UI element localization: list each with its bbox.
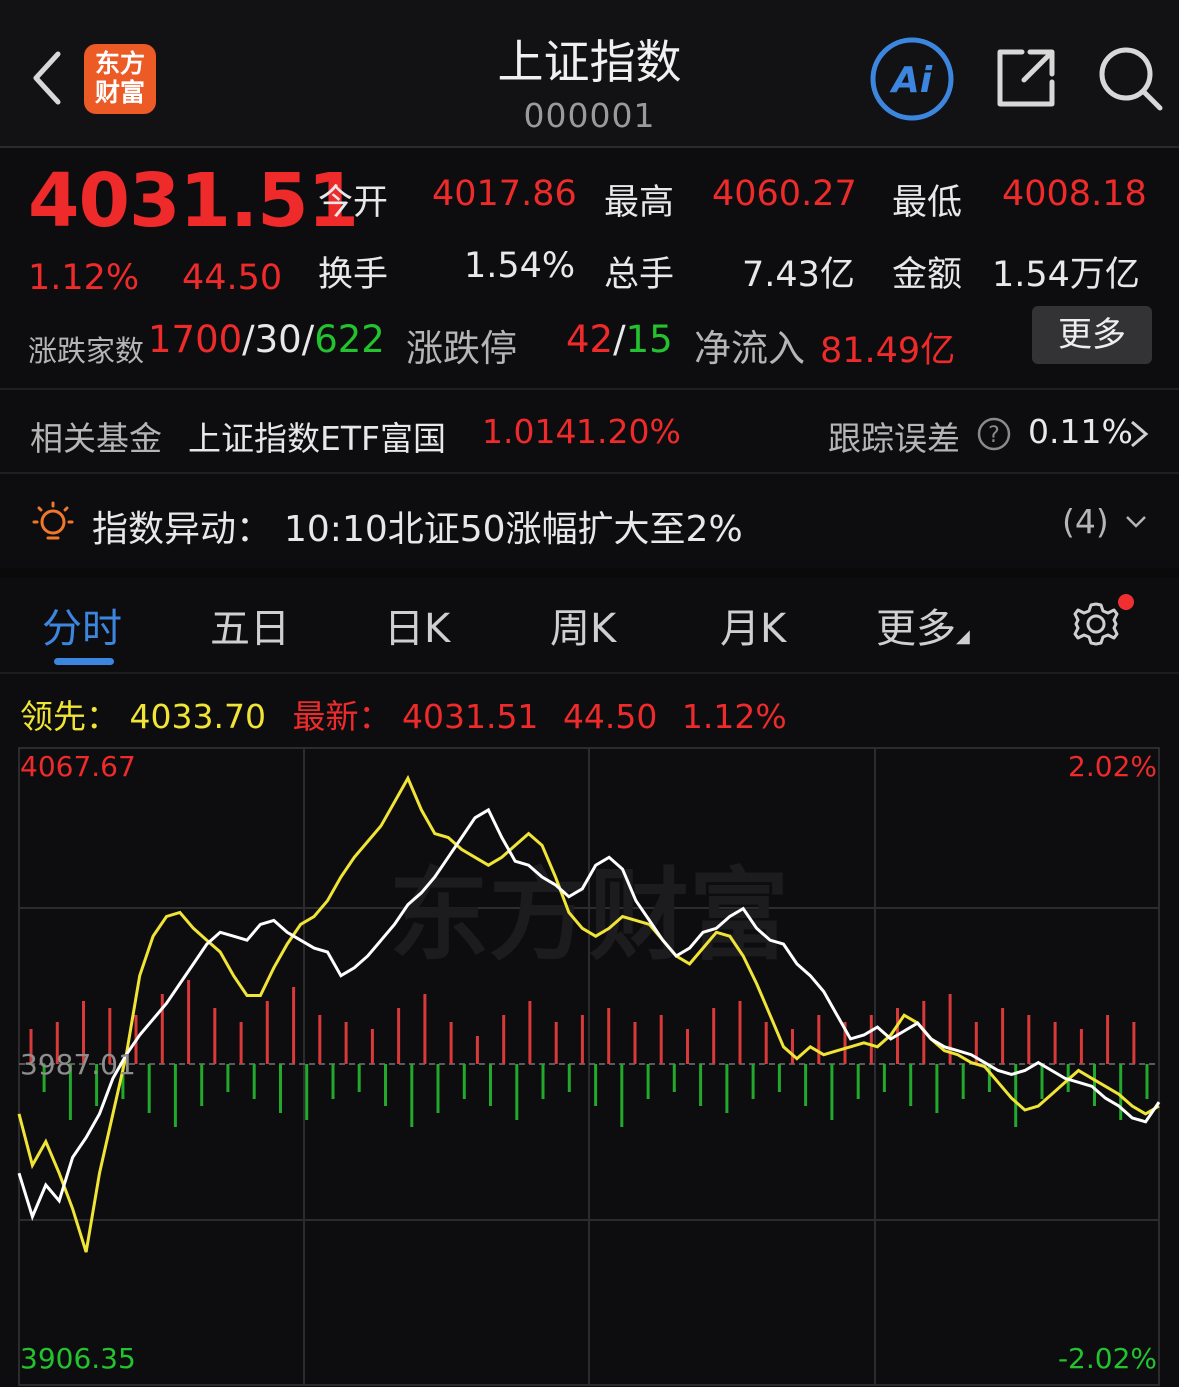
tab-more[interactable]: 更多◢: [876, 596, 970, 654]
search-icon[interactable]: [1096, 44, 1164, 112]
intraday-chart[interactable]: 东方财富 4067.67 2.02% 3987.01 3906.35 -2.02…: [0, 740, 1179, 1387]
latest-value: 4031.51: [401, 697, 539, 736]
change-percent: 1.12%: [28, 258, 140, 298]
chart-tabs: 分时 五日 日K 周K 月K 更多◢: [0, 578, 1179, 674]
breadth-values: 1700/30/622: [148, 318, 385, 361]
prev-close-label: 3987.01: [20, 1048, 136, 1081]
quote-more-button[interactable]: 更多: [1032, 306, 1152, 364]
alert-count: (4): [1062, 502, 1109, 541]
lead-label: 领先：: [20, 697, 119, 736]
fund-percent: 1.20%: [576, 412, 681, 451]
tab-intraday[interactable]: 分时: [42, 596, 122, 654]
latest-percent: 1.12%: [681, 697, 787, 736]
fund-section-label: 相关基金: [30, 419, 162, 458]
pct-min-label: -2.02%: [1057, 1342, 1157, 1375]
settings-gear-icon[interactable]: [1068, 596, 1124, 652]
pct-max-label: 2.02%: [1068, 750, 1157, 783]
low-value: 4008.18: [1002, 174, 1147, 214]
chart-legend: 领先： 4033.70 最新： 4031.51 44.50 1.12%: [20, 690, 787, 738]
open-value: 4017.86: [432, 174, 577, 214]
volume-value: 7.43亿: [742, 255, 855, 295]
volume-label: 总手: [604, 255, 675, 295]
alert-text: 10:10北证50涨幅扩大至2%: [284, 509, 743, 550]
change-amount: 44.50: [182, 258, 283, 298]
related-fund-row[interactable]: 相关基金 上证指数ETF富国 1.014 1.20% 跟踪误差 ? 0.11%: [0, 390, 1179, 472]
tab-daily-k[interactable]: 日K: [384, 596, 450, 654]
high-label: 最高: [604, 183, 675, 223]
amount-value: 1.54万亿: [992, 255, 1140, 295]
down-count: 622: [314, 318, 385, 361]
tracking-error-value: 0.11%: [1028, 412, 1133, 451]
fund-name[interactable]: 上证指数ETF富国: [188, 412, 446, 460]
quote-panel: 4031.51 1.12% 44.50 今开 4017.86 最高 4060.2…: [0, 148, 1179, 388]
limit-label: 涨跌停: [406, 327, 517, 370]
limit-down: 15: [625, 318, 673, 361]
share-icon[interactable]: [994, 46, 1058, 110]
help-icon[interactable]: ?: [976, 416, 1012, 452]
ai-assistant-icon[interactable]: Ai: [868, 36, 956, 122]
index-alert-row[interactable]: 指数异动： 10:10北证50涨幅扩大至2% (4): [0, 474, 1179, 568]
notification-dot: [1118, 594, 1134, 610]
y-min-label: 3906.35: [20, 1342, 136, 1375]
netflow-label: 净流入: [694, 327, 805, 370]
ai-label: Ai: [889, 60, 933, 101]
limit-up: 42: [566, 318, 614, 361]
intraday-chart-svg: 东方财富: [17, 747, 1161, 1386]
tab-weekly-k[interactable]: 周K: [550, 596, 616, 654]
latest-change: 44.50: [562, 697, 658, 736]
tabs-divider: [0, 672, 1179, 674]
lead-value: 4033.70: [129, 697, 266, 736]
dropdown-triangle-icon: ◢: [956, 626, 970, 647]
tab-monthly-k[interactable]: 月K: [720, 596, 786, 654]
lightbulb-icon: [32, 501, 74, 540]
chevron-right-icon: [1131, 420, 1149, 448]
header-bar: 东方 财富 上证指数 000001 Ai: [0, 0, 1179, 146]
latest-label: 最新：: [292, 697, 392, 736]
tab-more-label: 更多: [876, 606, 956, 652]
section-gap: [0, 568, 1179, 578]
amount-label: 金额: [892, 255, 963, 295]
current-price: 4031.51: [28, 158, 359, 244]
chevron-down-icon[interactable]: [1124, 514, 1148, 530]
netflow-value: 81.49亿: [820, 331, 956, 371]
up-count: 1700: [148, 318, 243, 361]
turnover-value: 1.54%: [464, 246, 576, 286]
flat-count: 30: [254, 318, 302, 361]
tab-five-day[interactable]: 五日: [210, 596, 290, 654]
alert-label: 指数异动：: [92, 509, 273, 550]
limit-values: 42/15: [566, 318, 673, 361]
svg-text:?: ?: [988, 423, 1000, 448]
fund-price: 1.014: [482, 412, 577, 451]
active-tab-indicator: [54, 658, 114, 665]
low-label: 最低: [892, 183, 963, 223]
breadth-label: 涨跌家数: [28, 334, 145, 368]
tracking-error-label: 跟踪误差: [828, 419, 960, 458]
y-max-label: 4067.67: [20, 750, 136, 783]
high-value: 4060.27: [712, 174, 857, 214]
open-label: 今开: [318, 183, 389, 223]
turnover-label: 换手: [318, 255, 389, 295]
